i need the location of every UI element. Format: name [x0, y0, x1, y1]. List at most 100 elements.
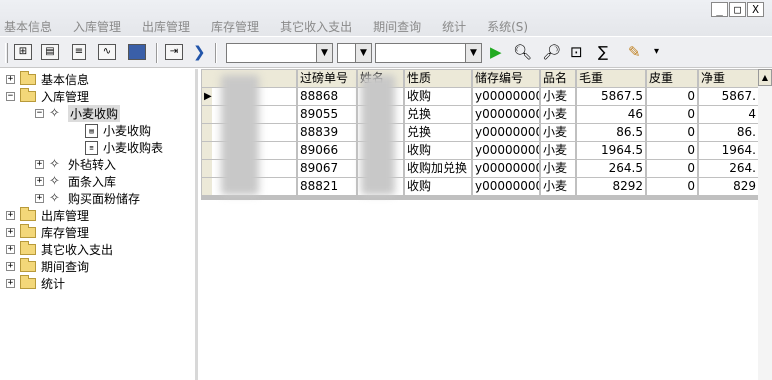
cell-net-weight-col[interactable]: 5867.	[699, 88, 758, 105]
cell-gross-weight-col[interactable]: 1964.5	[577, 142, 645, 159]
scroll-up-button[interactable]: ▲	[758, 69, 772, 86]
expand-icon[interactable]: +	[35, 160, 44, 169]
cell-gross-weight-col[interactable]: 5867.5	[577, 88, 645, 105]
expand-icon[interactable]: +	[35, 177, 44, 186]
menu-inbound[interactable]: 入库管理	[73, 18, 121, 35]
cell-weigh-ticket-col[interactable]: 89066	[298, 142, 356, 159]
column-header-net-weight-col[interactable]: 净重	[699, 70, 758, 87]
combo-2-dropdown[interactable]: ▼	[355, 43, 372, 63]
cell-tare-col[interactable]: 0	[647, 178, 697, 195]
cell-weigh-ticket-col[interactable]: 88868	[298, 88, 356, 105]
cell-storage-no-col[interactable]: y000000004	[473, 124, 539, 141]
column-header-storage-no-col[interactable]: 储存编号	[473, 70, 539, 87]
maximize-button[interactable]: □	[729, 2, 746, 17]
menu-basic-info[interactable]: 基本信息	[4, 18, 52, 35]
forward-arrow-icon[interactable]: ❯	[193, 42, 206, 62]
cell-net-weight-col[interactable]: 1964.	[699, 142, 758, 159]
combo-1-dropdown[interactable]: ▼	[316, 43, 333, 63]
collapse-icon[interactable]: −	[6, 92, 15, 101]
row-selector[interactable]	[202, 142, 212, 159]
tree-item-noodle-inbound[interactable]: + ✧ 面条入库	[35, 173, 116, 190]
expand-icon[interactable]: +	[6, 245, 15, 254]
expand-icon[interactable]: +	[6, 228, 15, 237]
find-next-icon[interactable]: 🔎︎	[542, 42, 561, 62]
chart-icon[interactable]: ∿	[98, 44, 116, 60]
row-selector[interactable]	[202, 106, 212, 123]
row-selector[interactable]	[202, 160, 212, 177]
pencil-icon[interactable]: ✎	[628, 42, 641, 62]
tree-item-flour-purchase-storage[interactable]: + ✧ 购买面粉储存	[35, 190, 140, 207]
expand-icon[interactable]: +	[35, 194, 44, 203]
cell-product-col[interactable]: 小麦	[541, 160, 575, 177]
tree-item-period-query[interactable]: + 期间查询	[6, 258, 89, 275]
menu-other-income-expense[interactable]: 其它收入支出	[280, 18, 352, 35]
cell-weigh-ticket-col[interactable]: 89055	[298, 106, 356, 123]
cell-tare-col[interactable]: 0	[647, 106, 697, 123]
dropdown-arrow-icon[interactable]: ▾	[654, 42, 659, 62]
menu-statistics[interactable]: 统计	[442, 18, 466, 35]
row-selector[interactable]	[202, 124, 212, 141]
expand-icon[interactable]: +	[6, 75, 15, 84]
expand-icon[interactable]: +	[6, 262, 15, 271]
menu-outbound[interactable]: 出库管理	[142, 18, 190, 35]
tree-view-icon[interactable]: ⊞	[14, 44, 32, 60]
tree-item-wheat-purchase[interactable]: − ✧ 小麦收购	[35, 105, 121, 122]
document-icon[interactable]: ≡	[72, 44, 86, 60]
cell-weigh-ticket-col[interactable]: 89067	[298, 160, 356, 177]
tree-item-outbound[interactable]: + 出库管理	[6, 207, 89, 224]
cell-product-col[interactable]: 小麦	[541, 88, 575, 105]
tree-item-inbound[interactable]: − 入库管理	[6, 88, 89, 105]
form-icon[interactable]: ▤	[41, 44, 59, 60]
cell-gross-weight-col[interactable]: 86.5	[577, 124, 645, 141]
toolbar-grip[interactable]	[5, 43, 8, 63]
cell-type-col[interactable]: 收购	[405, 88, 471, 105]
cell-net-weight-col[interactable]: 4	[699, 106, 758, 123]
filter-combo-3[interactable]	[375, 43, 465, 63]
cell-tare-col[interactable]: 0	[647, 88, 697, 105]
tree-item-wheat-purchase-table[interactable]: ≡ 小麦收购表	[85, 139, 163, 156]
tree-item-basic-info[interactable]: + 基本信息	[6, 71, 89, 88]
expand-icon[interactable]: +	[6, 279, 15, 288]
column-header-weigh-ticket-col[interactable]: 过磅单号	[298, 70, 356, 87]
find-icon[interactable]: 🔍︎	[513, 42, 532, 62]
row-selector[interactable]: ▶	[202, 88, 212, 105]
tree-item-wheat-purchase-form[interactable]: ▤ 小麦收购	[85, 122, 151, 139]
filter-combo-2[interactable]	[337, 43, 355, 63]
cell-storage-no-col[interactable]: y000000003	[473, 106, 539, 123]
tree-item-other-income-expense[interactable]: + 其它收入支出	[6, 241, 113, 258]
cell-type-col[interactable]: 收购加兑换	[405, 160, 471, 177]
vertical-scrollbar[interactable]: ▲	[758, 69, 772, 380]
cell-storage-no-col[interactable]: y000000002	[473, 88, 539, 105]
cell-type-col[interactable]: 兑换	[405, 124, 471, 141]
cell-net-weight-col[interactable]: 86.	[699, 124, 758, 141]
cell-product-col[interactable]: 小麦	[541, 142, 575, 159]
column-header-product-col[interactable]: 品名	[541, 70, 575, 87]
tree-item-inventory[interactable]: + 库存管理	[6, 224, 89, 241]
cell-tare-col[interactable]: 0	[647, 160, 697, 177]
tree-item-transfer-in[interactable]: + ✧ 外毡转入	[35, 156, 116, 173]
cell-storage-no-col[interactable]: y000000001	[473, 178, 539, 195]
menu-period-query[interactable]: 期间查询	[373, 18, 421, 35]
window-icon[interactable]	[128, 44, 146, 60]
close-button[interactable]: X	[747, 2, 764, 17]
cell-net-weight-col[interactable]: 264.	[699, 160, 758, 177]
run-icon[interactable]: ▶	[490, 42, 502, 62]
cell-tare-col[interactable]: 0	[647, 124, 697, 141]
cell-gross-weight-col[interactable]: 46	[577, 106, 645, 123]
cell-weigh-ticket-col[interactable]: 88821	[298, 178, 356, 195]
cell-type-col[interactable]: 收购	[405, 178, 471, 195]
cell-net-weight-col[interactable]: 829	[699, 178, 758, 195]
row-selector[interactable]	[202, 178, 212, 195]
collapse-icon[interactable]: −	[35, 109, 44, 118]
cell-tare-col[interactable]: 0	[647, 142, 697, 159]
tree-item-statistics[interactable]: + 统计	[6, 275, 65, 292]
preview-icon[interactable]: ⊡	[570, 42, 583, 62]
expand-icon[interactable]: +	[6, 211, 15, 220]
cell-type-col[interactable]: 兑换	[405, 106, 471, 123]
menu-system[interactable]: 系统(S)	[487, 18, 528, 35]
filter-combo-1[interactable]	[226, 43, 316, 63]
combo-3-dropdown[interactable]: ▼	[465, 43, 482, 63]
export-icon[interactable]: ⇥	[165, 44, 183, 60]
cell-storage-no-col[interactable]: y000000001	[473, 160, 539, 177]
cell-product-col[interactable]: 小麦	[541, 124, 575, 141]
